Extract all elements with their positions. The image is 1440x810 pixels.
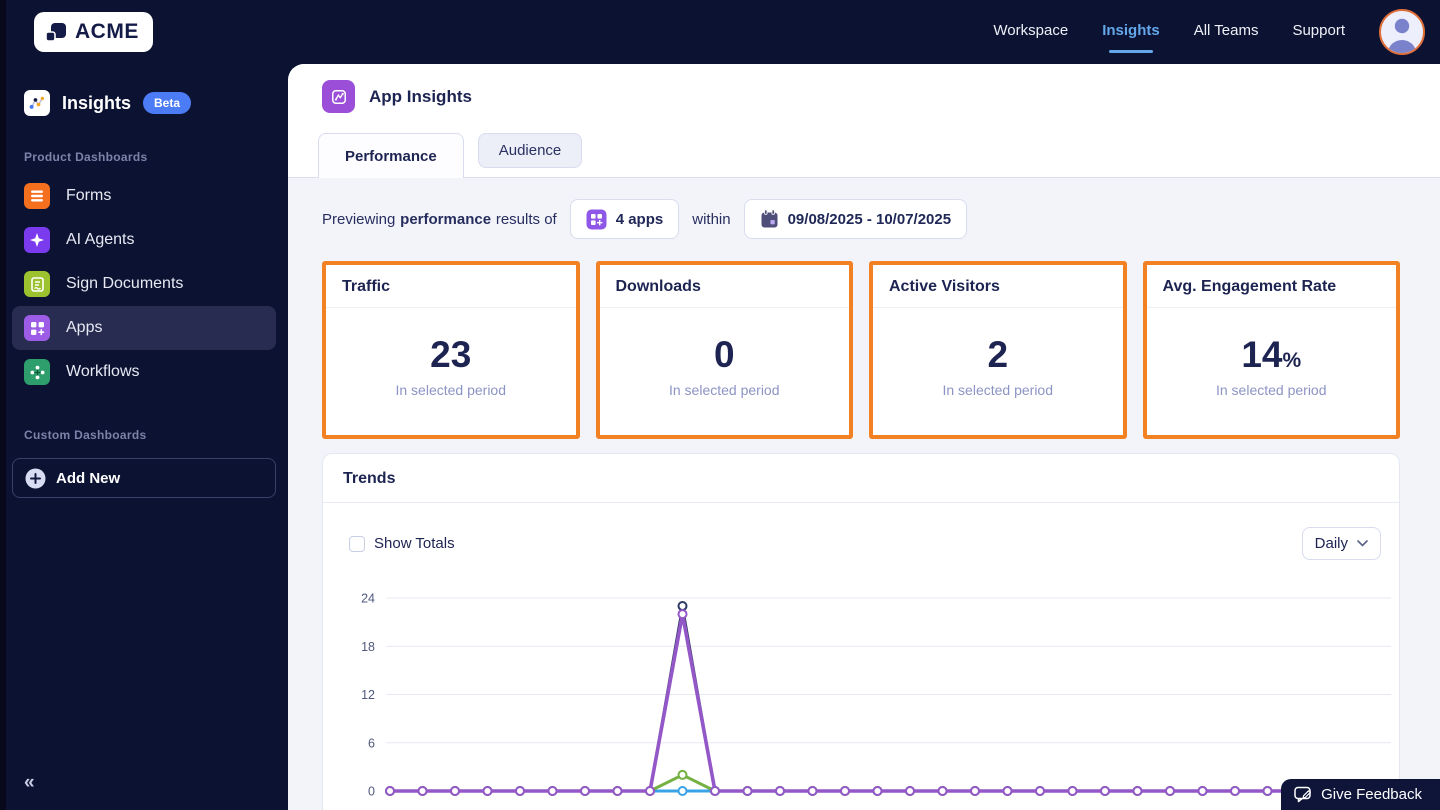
sidebar-app-header: Insights Beta xyxy=(0,64,288,116)
show-totals-checkbox[interactable] xyxy=(349,535,365,552)
svg-text:6: 6 xyxy=(368,736,375,750)
metric-title: Traffic xyxy=(326,265,576,308)
trends-title: Trends xyxy=(323,454,1399,503)
sidebar: Insights Beta Product Dashboards Forms A… xyxy=(0,64,288,810)
add-new-label: Add New xyxy=(56,469,121,487)
beta-badge: Beta xyxy=(143,92,192,114)
metric-title: Active Visitors xyxy=(873,265,1123,308)
sidebar-item-sign-documents[interactable]: Sign Documents xyxy=(0,262,276,306)
user-avatar[interactable] xyxy=(1379,9,1425,55)
svg-text:18: 18 xyxy=(361,640,375,654)
sidebar-item-label: AI Agents xyxy=(66,231,135,248)
forms-icon xyxy=(24,183,50,209)
metric-caption: In selected period xyxy=(668,381,780,398)
sidebar-item-label: Sign Documents xyxy=(66,275,184,292)
nav-workspace[interactable]: Workspace xyxy=(993,16,1068,49)
date-range-button[interactable]: 09/08/2025 - 10/07/2025 xyxy=(743,199,968,239)
metric-value: 2 xyxy=(987,333,1009,375)
filter-connector: within xyxy=(692,210,731,228)
custom-dashboards-label: Custom Dashboards xyxy=(24,428,147,442)
trends-chart[interactable]: 0 6 12 18 24 xyxy=(337,580,1399,810)
metric-unit: % xyxy=(1282,348,1302,372)
ai-agents-icon xyxy=(24,227,50,253)
metric-value: 23 xyxy=(430,333,472,375)
acme-logo[interactable]: ACME xyxy=(34,12,153,52)
tab-bar: Performance Audience xyxy=(318,133,583,178)
metric-caption: In selected period xyxy=(1215,381,1327,398)
workflows-icon xyxy=(24,359,50,385)
sidebar-item-forms[interactable]: Forms xyxy=(0,174,276,218)
feedback-chat-edit-icon xyxy=(1294,786,1312,803)
sidebar-collapse-button[interactable]: « xyxy=(24,772,35,794)
sidebar-app-title: Insights xyxy=(62,92,132,113)
metric-cards: Traffic 23 In selected period Downloads … xyxy=(322,261,1400,439)
main-header: App Insights Performance Audience xyxy=(288,64,1440,178)
app-insights-icon xyxy=(322,80,355,113)
nav-support[interactable]: Support xyxy=(1292,16,1345,49)
nav-all-teams[interactable]: All Teams xyxy=(1194,16,1259,49)
svg-text:12: 12 xyxy=(361,688,375,702)
nav-insights[interactable]: Insights xyxy=(1102,16,1160,49)
sidebar-item-workflows[interactable]: Workflows xyxy=(0,350,276,394)
top-nav: Workspace Insights All Teams Support xyxy=(993,9,1426,55)
filter-sentence: Previewing performance results of xyxy=(322,210,557,228)
add-new-button[interactable]: Add New xyxy=(12,458,276,498)
interval-dropdown[interactable]: Daily xyxy=(1301,527,1381,560)
filter-row: Previewing performance results of 4 apps… xyxy=(322,199,1400,239)
plus-circle-icon xyxy=(25,468,46,489)
sidebar-item-ai-agents[interactable]: AI Agents xyxy=(0,218,276,262)
acme-logo-text: ACME xyxy=(75,20,139,43)
topbar: ACME Workspace Insights All Teams Suppor… xyxy=(0,0,1440,64)
chevron-down-icon xyxy=(1357,540,1368,547)
sidebar-item-apps[interactable]: Apps xyxy=(12,306,276,350)
show-totals-toggle[interactable]: Show Totals xyxy=(349,535,455,552)
svg-text:24: 24 xyxy=(361,592,375,606)
sidebar-item-label: Forms xyxy=(66,187,112,204)
give-feedback-label: Give Feedback xyxy=(1321,786,1422,803)
sidebar-item-label: Workflows xyxy=(66,363,140,380)
page-title: App Insights xyxy=(369,86,472,106)
metric-card-engagement-rate: Avg. Engagement Rate 14% In selected per… xyxy=(1142,261,1400,439)
metric-card-active-visitors: Active Visitors 2 In selected period xyxy=(869,261,1127,439)
tab-performance[interactable]: Performance xyxy=(318,133,464,178)
metric-card-traffic: Traffic 23 In selected period xyxy=(322,261,580,439)
window-left-edge xyxy=(0,0,6,810)
person-icon xyxy=(1388,18,1416,53)
show-totals-label: Show Totals xyxy=(374,535,455,552)
sign-documents-icon xyxy=(24,271,50,297)
main-content: App Insights Performance Audience Previe… xyxy=(288,64,1440,810)
tab-audience[interactable]: Audience xyxy=(477,133,583,168)
acme-logo-mark-icon xyxy=(44,20,68,44)
metric-title: Downloads xyxy=(599,265,849,308)
metric-caption: In selected period xyxy=(395,381,507,398)
metric-caption: In selected period xyxy=(942,381,1054,398)
apps-grid-icon xyxy=(586,209,607,230)
apps-filter-button[interactable]: 4 apps xyxy=(569,199,680,239)
calendar-icon xyxy=(760,209,779,229)
metric-value: 0 xyxy=(713,333,735,375)
metric-value: 14% xyxy=(1241,333,1302,375)
metric-card-downloads: Downloads 0 In selected period xyxy=(595,261,853,439)
metric-title: Avg. Engagement Rate xyxy=(1146,265,1396,308)
trends-panel: Trends Show Totals Daily 0 6 12 18 24 xyxy=(322,453,1400,810)
line-chart[interactable]: 0 6 12 18 24 xyxy=(337,580,1397,810)
sidebar-item-label: Apps xyxy=(66,319,103,336)
apps-icon xyxy=(24,315,50,341)
product-dashboards-label: Product Dashboards xyxy=(24,150,148,164)
svg-text:0: 0 xyxy=(368,785,375,799)
give-feedback-button[interactable]: Give Feedback xyxy=(1281,779,1440,810)
insights-app-icon xyxy=(24,90,50,116)
